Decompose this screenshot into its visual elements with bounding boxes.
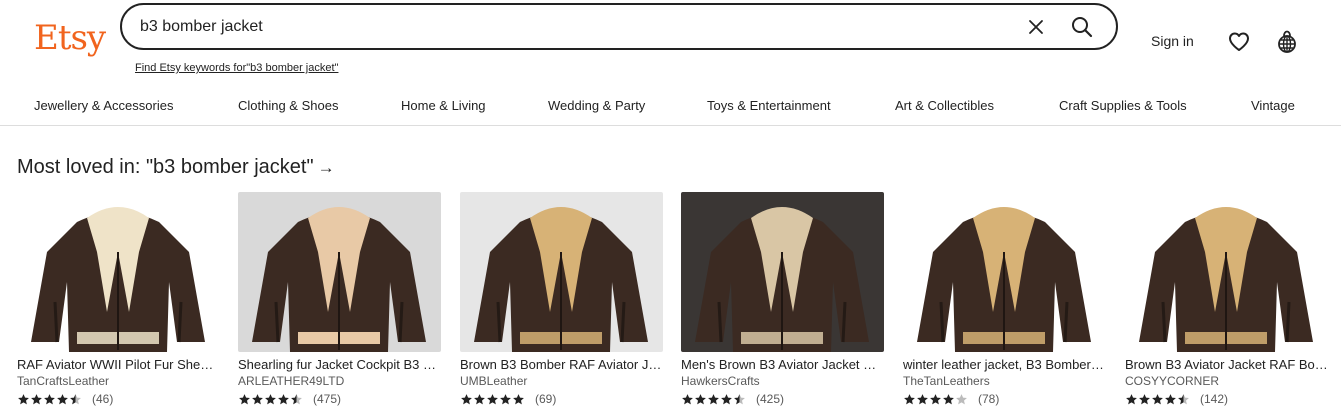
listing-rating: (425) xyxy=(681,392,784,406)
star-icon xyxy=(18,393,29,404)
star-icon xyxy=(291,393,302,404)
star-icon xyxy=(1152,393,1163,404)
listing-image[interactable] xyxy=(1125,192,1328,352)
star-rating xyxy=(681,393,746,406)
listing-title[interactable]: Brown B3 Bomber RAF Aviator Jacket xyxy=(460,357,663,372)
star-icon xyxy=(278,393,289,404)
star-rating xyxy=(460,393,525,406)
close-icon xyxy=(1029,20,1043,34)
star-icon xyxy=(513,393,524,404)
listing-rating: (46) xyxy=(17,392,113,406)
etsy-logo[interactable]: Etsy xyxy=(34,18,106,58)
listing-title[interactable]: winter leather jacket, B3 Bomber Aviator xyxy=(903,357,1106,372)
star-icon xyxy=(1178,393,1189,404)
search-input[interactable] xyxy=(140,15,1000,39)
nav-item-vintage[interactable]: Vintage xyxy=(1251,98,1295,113)
listing-title[interactable]: Brown B3 Aviator Jacket RAF Bomber xyxy=(1125,357,1328,372)
star-icon xyxy=(1126,393,1137,404)
category-nav: Jewellery & Accessories Clothing & Shoes… xyxy=(0,88,1341,126)
clear-search-button[interactable] xyxy=(1022,13,1050,41)
star-icon xyxy=(708,393,719,404)
listing-card[interactable]: Men's Brown B3 Aviator Jacket Shearling … xyxy=(681,192,884,413)
heart-icon xyxy=(1229,32,1249,51)
star-icon xyxy=(930,393,941,404)
sign-in-link[interactable]: Sign in xyxy=(1151,33,1194,49)
star-icon xyxy=(956,393,967,404)
star-icon xyxy=(917,393,928,404)
nav-item-craft[interactable]: Craft Supplies & Tools xyxy=(1059,98,1187,113)
shop-name: UMBLeather xyxy=(460,374,528,388)
star-icon xyxy=(904,393,915,404)
star-icon xyxy=(239,393,250,404)
listing-card[interactable]: winter leather jacket, B3 Bomber Aviator… xyxy=(903,192,1106,413)
nav-item-toys[interactable]: Toys & Entertainment xyxy=(707,98,831,113)
star-icon xyxy=(943,393,954,404)
cart-button[interactable] xyxy=(1274,28,1300,56)
nav-item-wedding[interactable]: Wedding & Party xyxy=(548,98,645,113)
shop-name: TanCraftsLeather xyxy=(17,374,110,388)
star-icon xyxy=(44,393,55,404)
listing-rating: (69) xyxy=(460,392,556,406)
listing-title[interactable]: Shearling fur Jacket Cockpit B3 Bomber xyxy=(238,357,441,372)
listing-card[interactable]: Shearling fur Jacket Cockpit B3 Bomber A… xyxy=(238,192,441,413)
listing-rating: (142) xyxy=(1125,392,1228,406)
nav-item-clothing[interactable]: Clothing & Shoes xyxy=(238,98,338,113)
review-count: (475) xyxy=(313,392,342,406)
star-icon xyxy=(1139,393,1150,404)
nav-item-home[interactable]: Home & Living xyxy=(401,98,486,113)
shop-name: COSYYCORNER xyxy=(1125,374,1220,388)
listing-card[interactable]: RAF Aviator WWII Pilot Fur Shearling Jac… xyxy=(17,192,220,413)
site-header: Etsy Find Etsy keywords for"b3 bomber ja… xyxy=(0,0,1341,88)
star-icon xyxy=(487,393,498,404)
search-bar[interactable] xyxy=(120,3,1118,50)
nav-item-art[interactable]: Art & Collectibles xyxy=(895,98,994,113)
listing-image[interactable] xyxy=(238,192,441,352)
star-icon xyxy=(1165,393,1176,404)
shop-name: TheTanLeathers xyxy=(903,374,990,388)
star-icon xyxy=(721,393,732,404)
star-icon xyxy=(500,393,511,404)
star-icon xyxy=(734,393,745,404)
listing-image[interactable] xyxy=(903,192,1106,352)
review-count: (46) xyxy=(92,392,114,406)
listing-image[interactable] xyxy=(681,192,884,352)
review-count: (69) xyxy=(535,392,557,406)
listing-image[interactable] xyxy=(17,192,220,352)
star-icon xyxy=(682,393,693,404)
star-rating xyxy=(903,393,968,406)
shop-name: HawkersCrafts xyxy=(681,374,760,388)
star-rating xyxy=(238,393,303,406)
star-rating xyxy=(1125,393,1190,406)
star-icon xyxy=(252,393,263,404)
arrow-right-icon: → xyxy=(317,158,335,177)
search-icon xyxy=(1072,17,1093,38)
star-icon xyxy=(31,393,42,404)
section-title[interactable]: Most loved in: "b3 bomber jacket" → xyxy=(17,156,335,179)
review-count: (142) xyxy=(1200,392,1229,406)
star-icon xyxy=(70,393,81,404)
review-count: (78) xyxy=(978,392,1000,406)
listing-rating: (475) xyxy=(238,392,341,406)
nav-item-jewellery[interactable]: Jewellery & Accessories xyxy=(34,98,173,113)
search-submit-button[interactable] xyxy=(1066,11,1098,43)
star-rating xyxy=(17,393,82,406)
listing-rating: (78) xyxy=(903,392,999,406)
listing-image[interactable] xyxy=(460,192,663,352)
review-count: (425) xyxy=(756,392,785,406)
listing-title[interactable]: RAF Aviator WWII Pilot Fur Shearling Jac… xyxy=(17,357,220,372)
listing-card[interactable]: Brown B3 Aviator Jacket RAF Bomber COSYY… xyxy=(1125,192,1328,413)
star-icon xyxy=(57,393,68,404)
shop-name: ARLEATHER49LTD xyxy=(238,374,345,388)
star-icon xyxy=(695,393,706,404)
star-icon xyxy=(474,393,485,404)
find-keywords-link[interactable]: Find Etsy keywords for"b3 bomber jacket" xyxy=(135,62,338,74)
globe-cart-icon xyxy=(1278,30,1296,53)
listing-card[interactable]: Brown B3 Bomber RAF Aviator Jacket UMBLe… xyxy=(460,192,663,413)
star-icon xyxy=(461,393,472,404)
favorites-button[interactable] xyxy=(1226,29,1252,55)
listing-title[interactable]: Men's Brown B3 Aviator Jacket Shearling xyxy=(681,357,884,372)
star-icon xyxy=(265,393,276,404)
section-title-text: Most loved in: "b3 bomber jacket" xyxy=(17,156,314,178)
